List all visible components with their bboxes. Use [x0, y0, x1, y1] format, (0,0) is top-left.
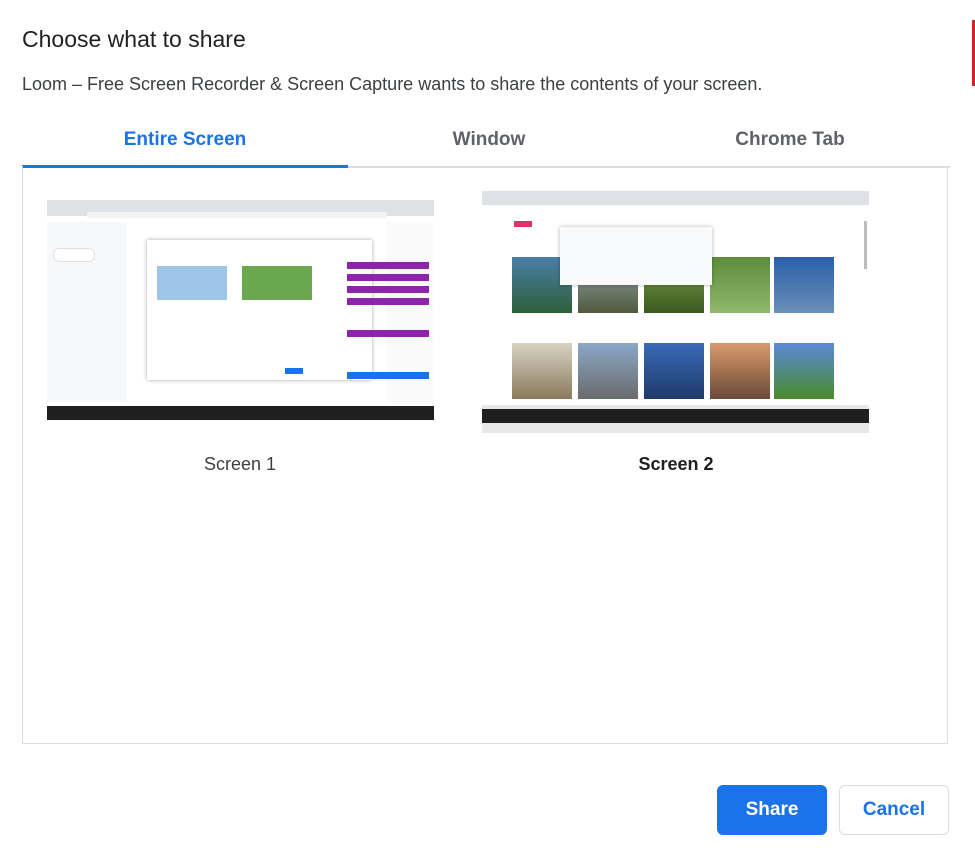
thumbnail-taskbar: [482, 409, 869, 423]
thumbnail-panel-item: [347, 330, 429, 337]
cancel-button[interactable]: Cancel: [839, 785, 949, 835]
thumbnail-listing-photo: [774, 343, 834, 399]
thumbnail-listing-photo: [710, 257, 770, 313]
thumbnail-panel-item: [347, 262, 429, 269]
share-button[interactable]: Share: [717, 785, 827, 835]
thumbnail-share-dialog: [147, 240, 372, 380]
thumbnail-compose-button: [53, 248, 95, 262]
thumbnail-screen-preview-1: [157, 266, 227, 300]
thumbnail-address-bar: [87, 212, 387, 218]
thumbnail-panel-item: [347, 286, 429, 293]
thumbnail-browser-tabbar: [482, 191, 869, 205]
screen-2-thumbnail[interactable]: [482, 191, 869, 433]
thumbnail-panel-item: [347, 274, 429, 281]
tab-bar: Entire Screen Window Chrome Tab: [22, 122, 950, 168]
thumbnail-listing-photo: [774, 257, 834, 313]
thumbnail-share-button: [285, 368, 303, 374]
thumbnail-listing-photo: [644, 343, 704, 399]
thumbnail-popup: [560, 227, 712, 285]
tab-chrome-tab[interactable]: Chrome Tab: [630, 122, 950, 166]
dialog-title: Choose what to share: [22, 26, 246, 52]
screen-1-thumbnail[interactable]: [47, 200, 434, 420]
thumbnail-listing-photo: [578, 343, 638, 399]
thumbnail-panel-item: [347, 372, 429, 379]
thumbnail-panel-item: [347, 298, 429, 305]
thumbnail-scrollbar: [864, 221, 867, 269]
thumbnail-site-logo: [514, 221, 532, 227]
tab-window[interactable]: Window: [348, 122, 630, 166]
thumbnail-screen-preview-2: [242, 266, 312, 300]
tab-entire-screen[interactable]: Entire Screen: [22, 122, 348, 166]
screen-2-label: Screen 2: [638, 454, 714, 474]
screen-1-label: Screen 1: [203, 454, 277, 474]
thumbnail-listing-photo: [710, 343, 770, 399]
thumbnail-listing-photo: [512, 343, 572, 399]
thumbnail-taskbar: [47, 406, 434, 420]
dialog-subtitle: Loom – Free Screen Recorder & Screen Cap…: [22, 74, 763, 94]
